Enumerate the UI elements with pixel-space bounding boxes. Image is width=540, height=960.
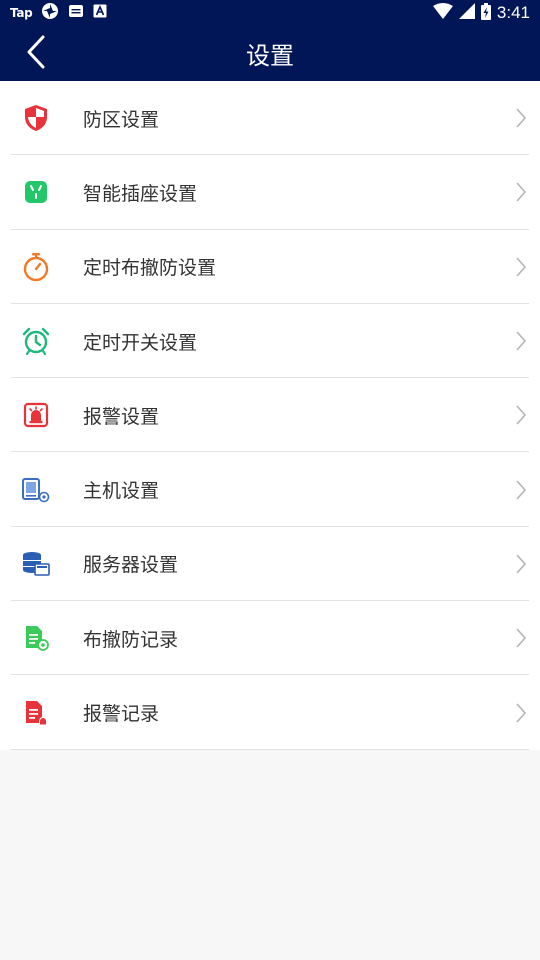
chevron-right-icon — [514, 701, 528, 725]
status-bar: Tap 3:41 — [0, 0, 540, 26]
menu-item-alarm-settings[interactable]: 报警设置 — [0, 378, 540, 453]
menu-item-label: 防区设置 — [83, 108, 160, 131]
app-bar: 设置 — [0, 26, 540, 81]
smart-plug-icon — [20, 176, 52, 208]
pinwheel-icon — [41, 2, 59, 24]
wifi-icon — [432, 3, 453, 23]
status-bar-right: 3:41 — [432, 2, 530, 24]
host-settings-icon — [20, 474, 52, 506]
menu-item-arm-records[interactable]: 布撤防记录 — [0, 601, 540, 676]
alarm-record-icon — [20, 697, 52, 729]
menu-item-host-settings[interactable]: 主机设置 — [0, 452, 540, 528]
menu-item-timed-arm-settings[interactable]: 定时布撤防设置 — [0, 230, 540, 305]
message-icon — [68, 4, 84, 22]
chevron-right-icon — [514, 106, 528, 130]
menu-item-alarm-records[interactable]: 报警记录 — [0, 675, 540, 750]
menu-item-label: 报警设置 — [83, 405, 160, 428]
server-icon — [20, 548, 52, 580]
chevron-right-icon — [514, 552, 528, 576]
chevron-right-icon — [514, 626, 528, 650]
shield-icon — [20, 102, 52, 134]
page-title: 设置 — [246, 42, 294, 70]
cell-signal-icon — [458, 3, 475, 23]
menu-item-zone-settings[interactable]: 防区设置 — [0, 81, 540, 156]
status-time: 3:41 — [496, 3, 530, 22]
menu-item-label: 定时开关设置 — [83, 331, 198, 354]
chevron-right-icon — [514, 255, 528, 279]
menu-item-label: 主机设置 — [83, 480, 160, 503]
menu-item-smart-plug-settings[interactable]: 智能插座设置 — [0, 155, 540, 230]
menu-item-label: 服务器设置 — [83, 554, 179, 577]
menu-item-label: 定时布撤防设置 — [83, 257, 217, 280]
siren-icon — [20, 399, 52, 431]
menu-item-label: 报警记录 — [83, 703, 160, 726]
chevron-right-icon — [514, 478, 528, 502]
menu-item-label: 布撤防记录 — [83, 628, 179, 651]
menu-item-label: 智能插座设置 — [83, 182, 198, 205]
menu-item-server-settings[interactable]: 服务器设置 — [0, 527, 540, 602]
tap-app-label: Tap — [10, 6, 33, 20]
status-bar-left: Tap — [10, 2, 107, 24]
chevron-right-icon — [514, 329, 528, 353]
chevron-left-icon — [26, 35, 46, 73]
alarm-clock-icon — [20, 325, 52, 357]
chevron-right-icon — [514, 403, 528, 427]
battery-charging-icon — [480, 2, 491, 24]
settings-list: 防区设置 智能插座设置 定时布撤防设置 定时开关设置 报警设置 主机设置 服务器… — [0, 81, 540, 750]
arm-record-icon — [20, 622, 52, 654]
menu-item-timed-switch-settings[interactable]: 定时开关设置 — [0, 304, 540, 379]
keyboard-a-icon — [93, 4, 107, 22]
back-button[interactable] — [12, 26, 60, 81]
chevron-right-icon — [514, 180, 528, 204]
stopwatch-icon — [20, 251, 52, 283]
